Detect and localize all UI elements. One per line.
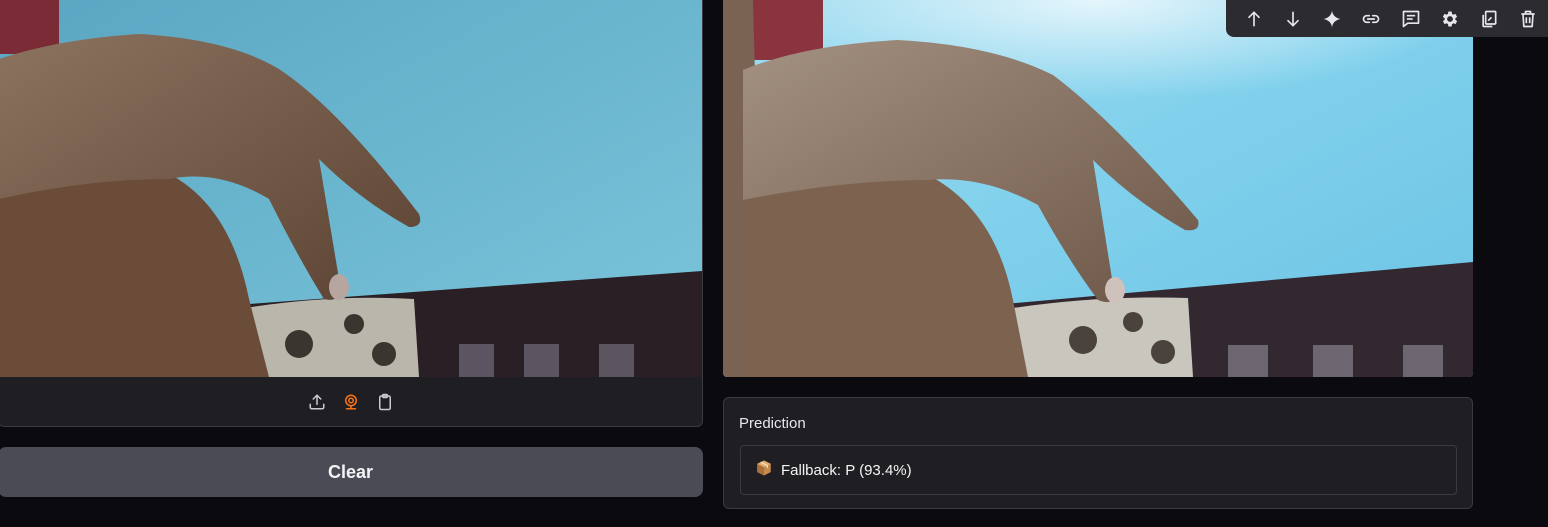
- output-image: [723, 0, 1473, 377]
- input-image-panel: [0, 0, 703, 427]
- clear-button[interactable]: Clear: [0, 447, 703, 497]
- prediction-text: Fallback: P (93.4%): [781, 461, 912, 479]
- link-icon[interactable]: [1352, 0, 1391, 37]
- webcam-icon[interactable]: [340, 391, 362, 413]
- prediction-panel: Prediction Fallback: P (93.4%): [723, 397, 1473, 509]
- arrow-down-icon[interactable]: [1273, 0, 1312, 37]
- prediction-title: Prediction: [739, 415, 806, 432]
- copy-icon[interactable]: [1470, 0, 1509, 37]
- comment-icon[interactable]: [1391, 0, 1430, 37]
- right-gutter: [1473, 0, 1548, 527]
- upload-icon[interactable]: [306, 391, 328, 413]
- cell-toolbar: [1226, 0, 1548, 37]
- sparkle-icon[interactable]: [1313, 0, 1352, 37]
- arrow-up-icon[interactable]: [1234, 0, 1273, 37]
- trash-icon[interactable]: [1509, 0, 1548, 37]
- gear-icon[interactable]: [1430, 0, 1469, 37]
- image-source-toolbar: [0, 377, 702, 426]
- clipboard-icon[interactable]: [374, 391, 396, 413]
- package-icon: [755, 459, 773, 482]
- prediction-output: Fallback: P (93.4%): [740, 445, 1457, 495]
- input-webcam-image[interactable]: [0, 0, 702, 377]
